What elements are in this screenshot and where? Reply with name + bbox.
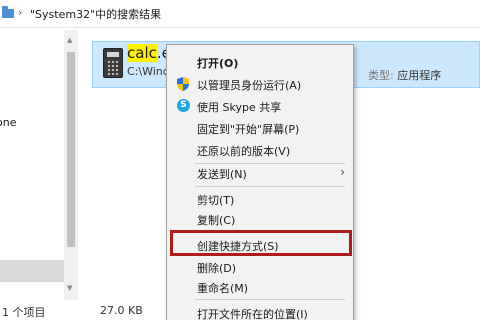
menu-item-restore-versions[interactable]: 还原以前的版本(V) bbox=[167, 139, 353, 161]
menu-item-label: 以管理员身份运行(A) bbox=[197, 79, 302, 92]
menu-item-label: 打开(O) bbox=[197, 57, 239, 70]
menu-item-copy[interactable]: 复制(C) bbox=[167, 208, 353, 230]
file-type-value: 应用程序 bbox=[397, 69, 442, 82]
highlight-box bbox=[170, 230, 352, 256]
menu-item-label: 还原以前的版本(V) bbox=[197, 145, 291, 158]
calculator-icon bbox=[103, 48, 123, 78]
menu-separator bbox=[195, 299, 345, 300]
chevron-right-icon: › bbox=[340, 165, 345, 179]
nav-scrollbar[interactable]: ▲ ▼ bbox=[64, 30, 78, 300]
chevron-right-icon[interactable]: › bbox=[18, 6, 22, 19]
address-bar[interactable]: › "System32"中的搜索结果 bbox=[0, 0, 480, 28]
menu-item-rename[interactable]: 重命名(M) bbox=[167, 276, 353, 298]
nav-item-label[interactable]: one bbox=[0, 116, 16, 129]
menu-item-delete[interactable]: 删除(D) bbox=[167, 256, 353, 278]
scroll-down-icon[interactable]: ▼ bbox=[67, 284, 72, 292]
uac-shield-icon bbox=[177, 77, 189, 91]
menu-item-label: 删除(D) bbox=[197, 262, 237, 275]
menu-item-share-skype[interactable]: S 使用 Skype 共享 bbox=[167, 95, 353, 117]
file-type: 类型: 应用程序 bbox=[368, 67, 441, 83]
menu-item-label: 打开文件所在的位置(I) bbox=[197, 308, 308, 320]
menu-item-label: 重命名(M) bbox=[197, 282, 249, 295]
menu-item-pin-start[interactable]: 固定到"开始"屏幕(P) bbox=[167, 117, 353, 139]
menu-item-label: 使用 Skype 共享 bbox=[197, 101, 282, 114]
file-type-label: 类型: bbox=[368, 69, 394, 82]
item-size: 27.0 KB bbox=[100, 304, 143, 317]
menu-item-open-file-location[interactable]: 打开文件所在的位置(I) bbox=[167, 302, 353, 320]
menu-item-open[interactable]: 打开(O) bbox=[167, 51, 353, 73]
menu-item-send-to[interactable]: 发送到(N) › bbox=[167, 162, 353, 184]
skype-icon: S bbox=[177, 99, 190, 112]
folder-icon bbox=[2, 6, 14, 18]
item-count: 1 个项目 bbox=[2, 306, 46, 319]
menu-item-label: 发送到(N) bbox=[197, 168, 247, 181]
scroll-thumb[interactable] bbox=[67, 52, 75, 247]
nav-item-selected[interactable] bbox=[0, 260, 66, 282]
scroll-up-icon[interactable]: ▲ bbox=[67, 36, 72, 44]
menu-item-cut[interactable]: 剪切(T) bbox=[167, 188, 353, 210]
menu-item-label: 复制(C) bbox=[197, 214, 236, 227]
breadcrumb[interactable]: "System32"中的搜索结果 bbox=[30, 6, 161, 22]
context-menu: 打开(O) 以管理员身份运行(A) S 使用 Skype 共享 固定到"开始"屏… bbox=[166, 44, 354, 320]
menu-item-run-as-admin[interactable]: 以管理员身份运行(A) bbox=[167, 73, 353, 95]
menu-item-label: 剪切(T) bbox=[197, 194, 235, 207]
search-hit-highlight: calc bbox=[127, 44, 157, 62]
menu-separator bbox=[195, 186, 345, 187]
menu-item-label: 固定到"开始"屏幕(P) bbox=[197, 123, 300, 136]
status-bar: 1 个项目 27.0 KB bbox=[0, 300, 170, 320]
